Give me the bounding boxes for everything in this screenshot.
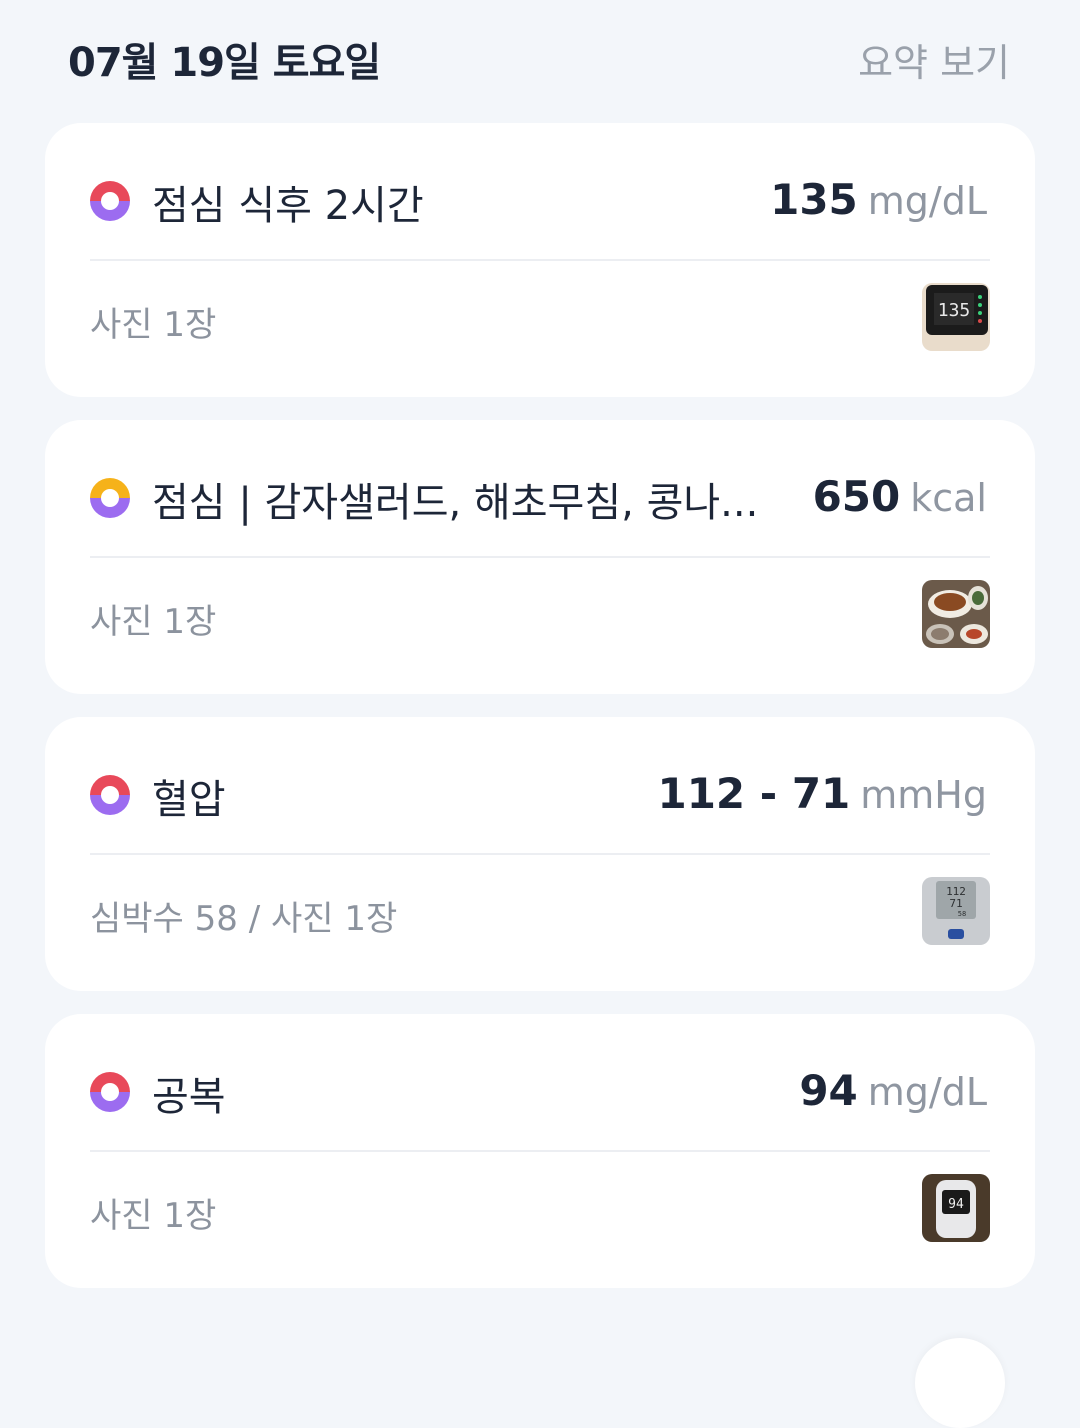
log-card-blood-pressure[interactable]: 혈압 112 - 71 mmHg 심박수 58 / 사진 1장 112 71 58: [45, 717, 1035, 991]
entry-measurement: 112 - 71 mmHg: [657, 769, 987, 818]
card-header: 혈압 112 - 71 mmHg: [45, 717, 1035, 853]
entry-title: 혈압: [152, 777, 226, 823]
entry-value: 650: [812, 472, 901, 521]
log-card-glucose-fasting[interactable]: 공복 94 mg/dL 사진 1장 94: [45, 1014, 1035, 1288]
entry-value: 112 - 71: [657, 769, 851, 818]
entry-subtext: 사진 1장: [90, 1196, 217, 1236]
divider: [90, 259, 990, 261]
date-title: 07월 19일 토요일: [68, 40, 381, 86]
entry-measurement: 135 mg/dL: [770, 175, 987, 224]
svg-text:58: 58: [958, 910, 966, 918]
floating-action-button[interactable]: [915, 1338, 1005, 1428]
entry-subtext: 심박수 58 / 사진 1장: [90, 899, 398, 939]
entry-unit: mmHg: [860, 773, 987, 817]
entry-unit: kcal: [910, 476, 987, 520]
card-header: 점심 식후 2시간 135 mg/dL: [45, 123, 1035, 259]
entry-subtext: 사진 1장: [90, 602, 217, 642]
glucose-meter-photo-thumbnail[interactable]: 135: [922, 283, 990, 351]
log-card-meal-lunch[interactable]: 점심 | 감자샐러드, 해초무침, 콩나... 650 kcal 사진 1장: [45, 420, 1035, 694]
status-ring-icon: [90, 181, 130, 221]
entry-title: 공복: [152, 1074, 226, 1120]
blood-pressure-monitor-photo-thumbnail[interactable]: 112 71 58: [922, 877, 990, 945]
divider: [90, 853, 990, 855]
entry-measurement: 650 kcal: [813, 472, 987, 521]
entry-title: 점심 | 감자샐러드, 해초무침, 콩나...: [152, 480, 759, 526]
meal-photo-thumbnail[interactable]: [922, 580, 990, 648]
svg-text:71: 71: [949, 897, 962, 910]
divider: [90, 556, 990, 558]
day-header: 07월 19일 토요일 요약 보기: [0, 0, 1080, 118]
entry-unit: mg/dL: [867, 1070, 987, 1114]
summary-link[interactable]: 요약 보기: [858, 32, 1010, 87]
status-ring-icon: [90, 775, 130, 815]
entry-value: 94: [799, 1066, 858, 1115]
log-card-glucose-post-lunch[interactable]: 점심 식후 2시간 135 mg/dL 사진 1장 135: [45, 123, 1035, 397]
glucose-meter-photo-thumbnail[interactable]: 94: [922, 1174, 990, 1242]
status-ring-icon: [90, 1072, 130, 1112]
entry-measurement: 94 mg/dL: [799, 1066, 987, 1115]
status-ring-icon: [90, 478, 130, 518]
card-header: 공복 94 mg/dL: [45, 1014, 1035, 1150]
card-header: 점심 | 감자샐러드, 해초무침, 콩나... 650 kcal: [45, 420, 1035, 556]
divider: [90, 1150, 990, 1152]
svg-text:135: 135: [938, 300, 971, 321]
entry-unit: mg/dL: [867, 179, 987, 223]
svg-text:94: 94: [948, 1197, 964, 1212]
entry-subtext: 사진 1장: [90, 305, 217, 345]
entry-value: 135: [770, 175, 858, 224]
entry-title: 점심 식후 2시간: [152, 183, 424, 229]
